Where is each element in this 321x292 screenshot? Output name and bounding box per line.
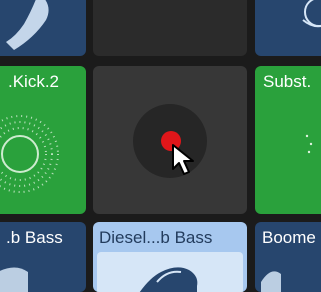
waveform-panel <box>97 252 243 292</box>
pad-grid: .Kick.2 Subst. .b Bass Diesel...b Bass B… <box>0 0 321 292</box>
pad-kick[interactable]: .Kick.2 <box>0 66 86 214</box>
waveform-icon <box>6 0 49 50</box>
waveform-icon <box>302 0 321 28</box>
pad-top-center[interactable] <box>93 0 247 56</box>
arrow-pointer-icon <box>172 144 194 175</box>
pad-top-left[interactable] <box>0 0 86 56</box>
pad-top-right[interactable] <box>255 0 321 56</box>
pad-selected-empty[interactable] <box>93 66 247 214</box>
pad-subst[interactable]: Subst. <box>255 66 321 214</box>
radial-waveform-icon <box>0 115 59 193</box>
pad-label: Diesel...b Bass <box>99 228 213 247</box>
waveform-dots-icon <box>305 134 313 154</box>
waveform-icon <box>139 267 198 292</box>
